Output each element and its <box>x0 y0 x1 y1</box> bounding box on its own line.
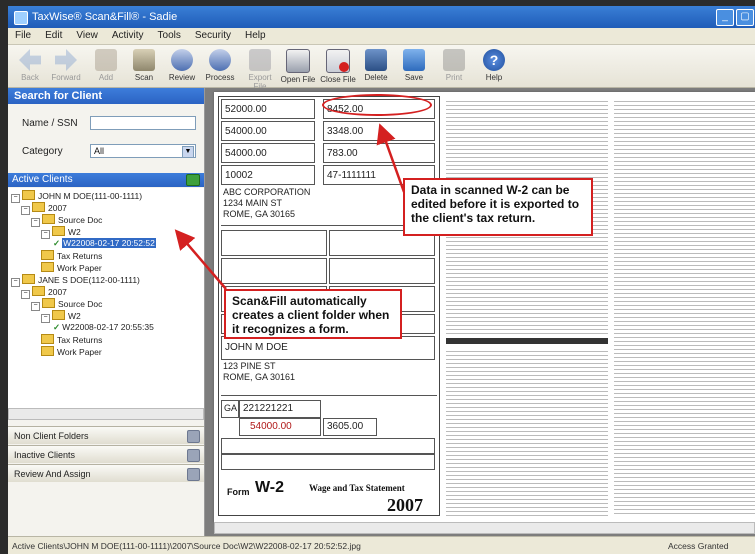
callout-arrows <box>174 123 406 290</box>
arrow-to-federal-tax <box>376 123 406 193</box>
app-window: TaxWise® Scan&Fill® - Sadie _ ▢ File Edit… <box>8 6 755 554</box>
callout-edit-data: Data in scanned W-2 can be edited before… <box>403 178 593 236</box>
callout-client-folder: Scan&Fill automatically creates a client… <box>224 289 402 339</box>
status-bar: Active Clients\JOHN M DOE(111-00-1111)\2… <box>8 536 755 554</box>
callout-folder-text: Scan&Fill automatically creates a client… <box>232 294 390 336</box>
callout-edit-text: Data in scanned W-2 can be edited before… <box>411 183 580 225</box>
status-access: Access Granted <box>668 541 729 551</box>
status-path: Active Clients\JOHN M DOE(111-00-1111)\2… <box>12 541 361 551</box>
arrow-to-client-folder <box>174 229 227 290</box>
